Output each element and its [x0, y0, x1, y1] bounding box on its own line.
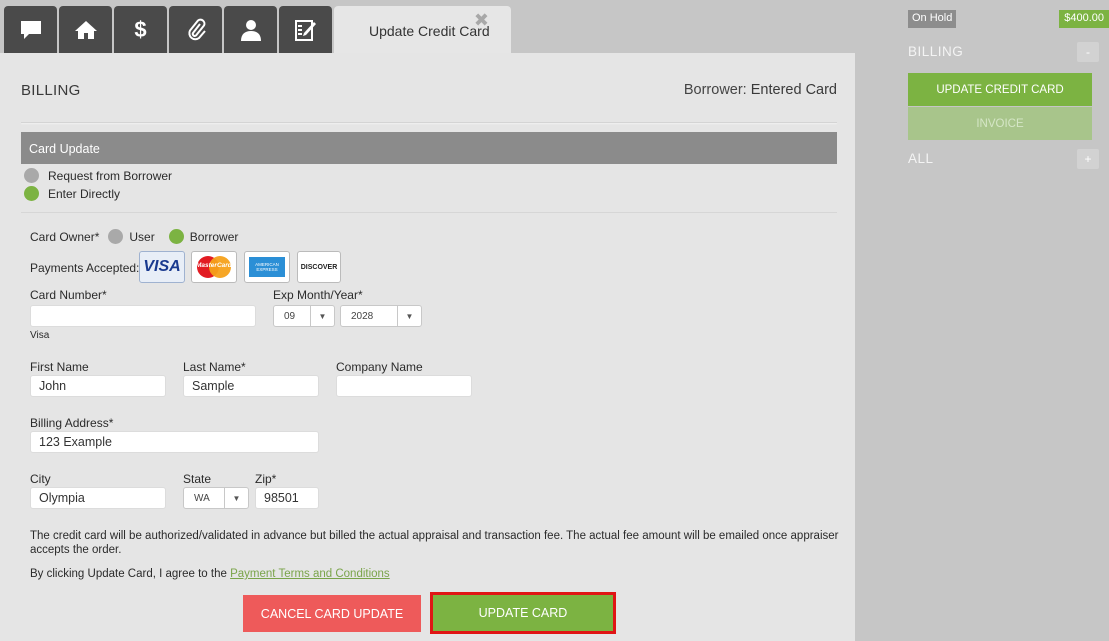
tab-update-credit-card[interactable]: Update Credit Card ✖	[334, 6, 511, 53]
company-name-input[interactable]	[336, 375, 472, 397]
tab-billing[interactable]: $	[114, 6, 167, 53]
last-name-label: Last Name*	[183, 360, 246, 374]
payment-terms-link[interactable]: Payment Terms and Conditions	[230, 568, 390, 580]
option-label: Enter Directly	[48, 186, 121, 201]
last-name-input[interactable]: Sample	[183, 375, 319, 397]
cancel-card-update-button[interactable]: CANCEL CARD UPDATE	[243, 595, 421, 632]
sidebar-all-title: ALL	[908, 151, 934, 166]
amount-badge: $400.00	[1059, 10, 1109, 28]
city-label: City	[30, 472, 51, 486]
tab-notes[interactable]	[279, 6, 332, 53]
invoice-button[interactable]: INVOICE	[908, 107, 1092, 140]
option-enter-directly[interactable]: Enter Directly	[24, 186, 120, 201]
divider	[21, 122, 837, 123]
dollar-icon: $	[134, 16, 147, 42]
option-label: Request from Borrower	[48, 168, 173, 183]
zip-input[interactable]: 98501	[255, 487, 319, 509]
edit-icon	[294, 19, 316, 41]
city-input[interactable]: Olympia	[30, 487, 166, 509]
tab-home[interactable]	[59, 6, 112, 53]
state-select[interactable]: WA ▼	[183, 487, 249, 509]
tab-attachments[interactable]	[169, 6, 222, 53]
radio-selected-icon	[24, 186, 39, 201]
amex-logo: AMERICAN EXPRESS	[244, 251, 290, 283]
chevron-down-icon: ▼	[310, 306, 334, 326]
borrower-value: Entered Card	[750, 82, 837, 98]
update-credit-card-button[interactable]: UPDATE CREDIT CARD	[908, 73, 1092, 106]
chevron-down-icon: ▼	[224, 488, 248, 508]
discover-text: DISCOVER	[300, 263, 338, 271]
exp-label: Exp Month/Year*	[273, 288, 363, 302]
radio-user-label: User	[129, 229, 155, 244]
exp-year-value: 2028	[351, 311, 374, 322]
visa-logo: VISA	[139, 251, 185, 283]
paperclip-icon	[187, 18, 206, 40]
home-icon	[74, 20, 97, 39]
collapse-billing-toggle[interactable]: -	[1077, 42, 1099, 62]
card-number-input[interactable]	[30, 305, 256, 327]
tab-messages[interactable]	[4, 6, 57, 53]
radio-unselected-icon	[24, 168, 39, 183]
user-icon	[240, 19, 261, 41]
sidebar-billing-title: BILLING	[908, 44, 964, 59]
close-icon[interactable]: ✖	[474, 11, 489, 29]
expand-all-toggle[interactable]: +	[1077, 149, 1099, 169]
borrower-status: Borrower: Entered Card	[684, 82, 837, 98]
first-name-input[interactable]: John	[30, 375, 166, 397]
exp-month-value: 09	[284, 311, 296, 322]
radio-user[interactable]	[108, 229, 124, 244]
tab-title: Update Credit Card	[369, 23, 490, 39]
tab-bar: $ Update Credit Card ✖	[0, 0, 895, 53]
state-value: WA	[194, 493, 210, 504]
card-number-label: Card Number*	[30, 288, 107, 302]
first-name-label: First Name	[30, 360, 89, 374]
status-badge: On Hold	[908, 10, 957, 28]
update-card-button[interactable]: UPDATE CARD	[430, 592, 616, 634]
visa-text: VISA	[143, 258, 181, 275]
exp-month-select[interactable]: 09 ▼	[273, 305, 335, 327]
billing-address-input[interactable]: 123 Example	[30, 431, 319, 453]
radio-borrower[interactable]	[168, 229, 184, 244]
authorization-notice: The credit card will be authorized/valid…	[30, 530, 839, 556]
page-title: BILLING	[21, 82, 81, 99]
agreement-prefix: By clicking Update Card, I agree to the	[30, 568, 227, 580]
company-name-label: Company Name	[336, 360, 423, 374]
chevron-down-icon: ▼	[397, 306, 421, 326]
billing-address-label: Billing Address*	[30, 416, 114, 430]
section-header: Card Update	[21, 132, 837, 164]
right-sidebar: On Hold $400.00 BILLING - UPDATE CREDIT …	[895, 0, 1109, 641]
card-owner-row: Card Owner* User Borrower	[30, 229, 238, 244]
card-owner-label: Card Owner*	[30, 229, 100, 244]
card-type-note: Visa	[30, 330, 50, 341]
discover-logo: DISCOVER	[297, 251, 341, 283]
zip-label: Zip*	[255, 472, 277, 486]
payments-accepted-label: Payments Accepted:	[30, 261, 140, 275]
main-panel: BILLING Borrower: Entered Card Card Upda…	[0, 53, 855, 641]
borrower-prefix: Borrower:	[683, 82, 747, 98]
tab-user[interactable]	[224, 6, 277, 53]
agreement-text: By clicking Update Card, I agree to the …	[30, 568, 390, 580]
radio-borrower-label: Borrower	[189, 229, 239, 244]
mastercard-text: MasterCard	[196, 262, 232, 269]
exp-year-select[interactable]: 2028 ▼	[340, 305, 422, 327]
divider	[21, 212, 837, 213]
state-label: State	[183, 472, 212, 486]
option-request-from-borrower[interactable]: Request from Borrower	[24, 168, 172, 183]
amex-text: AMERICAN EXPRESS	[255, 262, 279, 272]
chat-icon	[20, 20, 41, 39]
mastercard-logo: MasterCard	[191, 251, 237, 283]
